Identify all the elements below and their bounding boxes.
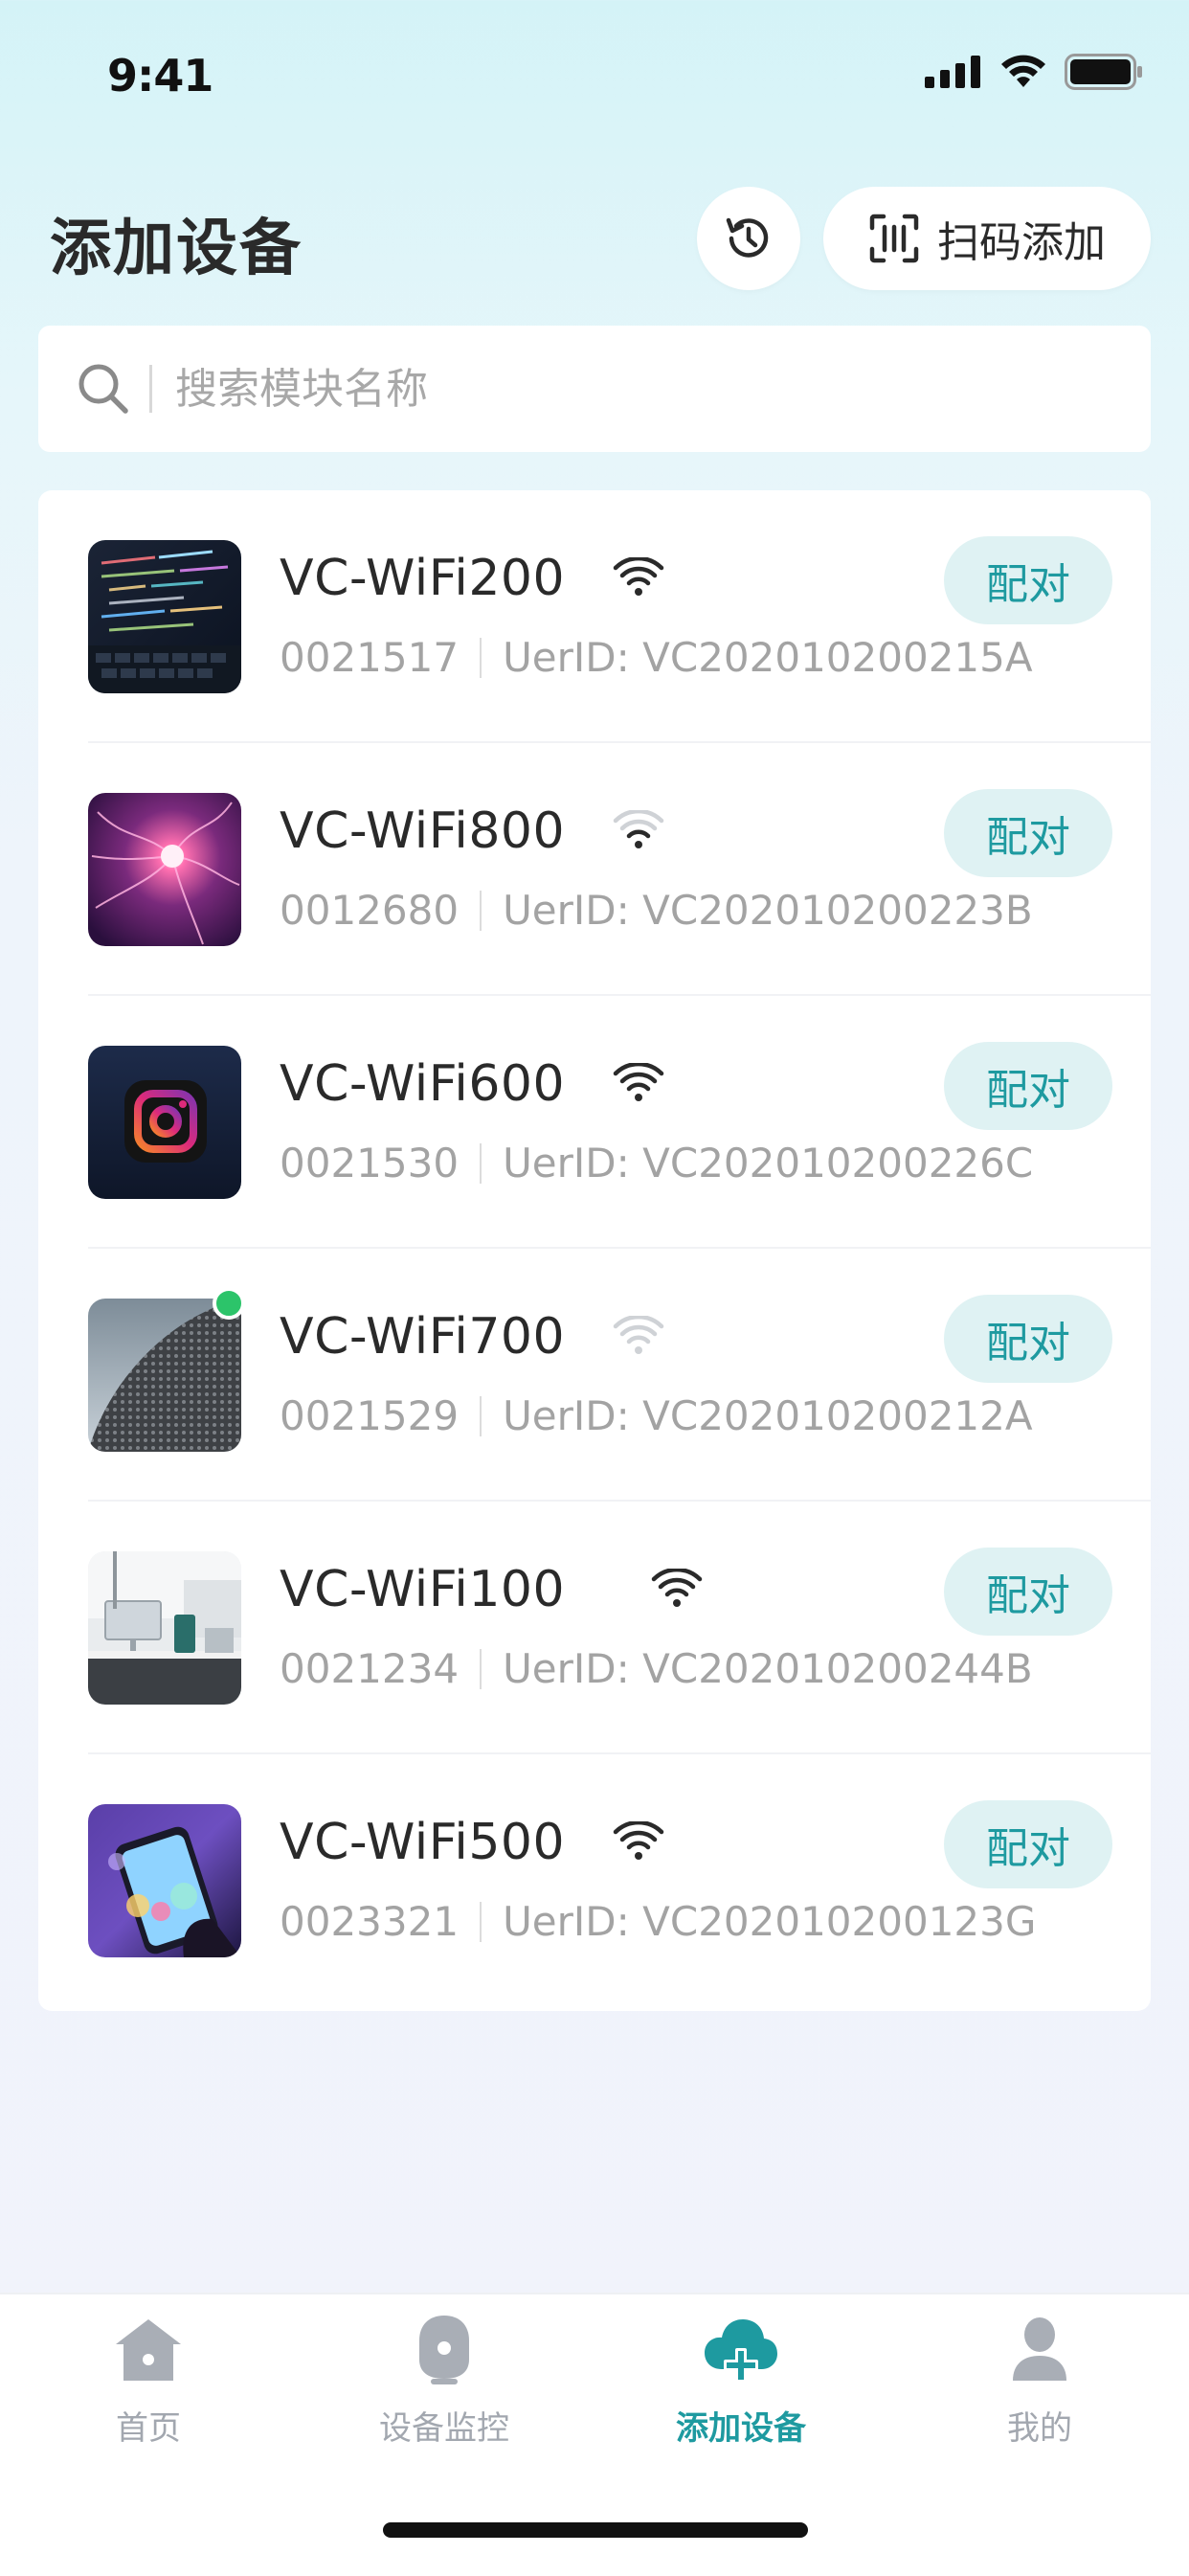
device-thumbnail xyxy=(88,793,241,946)
tab-monitor[interactable]: 设备监控 xyxy=(329,2312,559,2455)
device-code: 0021517 xyxy=(280,634,460,681)
device-thumbnail xyxy=(88,1299,241,1452)
device-meta: 0021234 UerID: VC202010200244B xyxy=(280,1645,1033,1692)
search-box[interactable] xyxy=(38,326,1151,452)
tab-add-device[interactable]: 添加设备 xyxy=(626,2312,856,2455)
user-icon xyxy=(1001,2312,1078,2388)
wifi-status-icon xyxy=(1001,55,1045,87)
tab-label: 设备监控 xyxy=(379,2409,509,2448)
pair-button[interactable]: 配对 xyxy=(944,1295,1112,1383)
device-thumbnail xyxy=(88,1551,241,1705)
tab-label: 我的 xyxy=(1007,2409,1072,2448)
device-user-id: UerID: VC202010200212A xyxy=(503,1392,1033,1439)
device-item[interactable]: VC-WiFi600 0021530 UerID: VC202010200226… xyxy=(38,996,1151,1249)
status-icons xyxy=(925,54,1143,90)
device-meta: 0012680 UerID: VC202010200223B xyxy=(280,887,1033,934)
device-code: 0021234 xyxy=(280,1645,460,1692)
device-item[interactable]: VC-WiFi500 0023321 UerID: VC202010200123… xyxy=(38,1754,1151,2007)
meta-divider xyxy=(480,890,482,931)
header: 添加设备 扫码添加 xyxy=(0,182,1189,297)
meta-divider xyxy=(480,637,482,678)
page-title: 添加设备 xyxy=(50,214,303,284)
device-name: VC-WiFi100 xyxy=(280,1561,566,1618)
device-name: VC-WiFi600 xyxy=(280,1055,566,1113)
search-divider xyxy=(149,365,152,413)
history-clock-icon xyxy=(726,217,769,258)
device-code: 0021530 xyxy=(280,1140,460,1186)
device-thumbnail xyxy=(88,540,241,693)
history-button[interactable] xyxy=(697,187,800,290)
wifi-signal-strong-icon xyxy=(613,1063,664,1101)
device-meta: 0021517 UerID: VC202010200215A xyxy=(280,634,1033,681)
device-user-id: UerID: VC202010200123G xyxy=(503,1898,1037,1945)
device-user-id: UerID: VC202010200244B xyxy=(503,1645,1033,1692)
scan-add-label: 扫码添加 xyxy=(937,218,1106,267)
device-code: 0021529 xyxy=(280,1392,460,1439)
tab-profile[interactable]: 我的 xyxy=(925,2312,1155,2455)
tab-home[interactable]: 首页 xyxy=(34,2312,263,2455)
device-user-id: UerID: VC202010200226C xyxy=(503,1140,1034,1186)
search-input[interactable] xyxy=(173,363,1039,415)
device-item[interactable]: VC-WiFi200 0021517 UerID: VC202010200215… xyxy=(38,490,1151,743)
device-meta: 0021529 UerID: VC202010200212A xyxy=(280,1392,1033,1439)
wifi-signal-none-icon xyxy=(613,1316,664,1354)
device-user-id: UerID: VC202010200215A xyxy=(503,634,1033,681)
device-name: VC-WiFi700 xyxy=(280,1308,566,1366)
home-indicator xyxy=(383,2522,808,2538)
status-time: 9:41 xyxy=(107,50,213,102)
device-item[interactable]: VC-WiFi700 0021529 UerID: VC202010200212… xyxy=(38,1249,1151,1502)
tab-label: 首页 xyxy=(116,2409,181,2448)
pair-button[interactable]: 配对 xyxy=(944,536,1112,624)
scan-add-button[interactable]: 扫码添加 xyxy=(823,187,1151,290)
status-bar: 9:41 xyxy=(0,0,1189,144)
meta-divider xyxy=(480,1395,482,1436)
wifi-signal-strong-icon xyxy=(613,1821,664,1860)
scan-qr-icon xyxy=(869,214,919,263)
pair-button[interactable]: 配对 xyxy=(944,789,1112,877)
device-code: 0023321 xyxy=(280,1898,460,1945)
device-name: VC-WiFi200 xyxy=(280,550,566,607)
device-item[interactable]: VC-WiFi100 0021234 UerID: VC202010200244… xyxy=(38,1502,1151,1754)
device-item[interactable]: VC-WiFi800 0012680 UerID: VC202010200223… xyxy=(38,743,1151,996)
battery-icon xyxy=(1065,54,1142,90)
home-icon xyxy=(110,2312,187,2388)
device-meta: 0023321 UerID: VC202010200123G xyxy=(280,1898,1036,1945)
device-thumbnail xyxy=(88,1046,241,1199)
wifi-signal-weak-icon xyxy=(613,810,664,848)
pair-button[interactable]: 配对 xyxy=(944,1800,1112,1888)
camera-icon xyxy=(406,2312,482,2388)
cellular-signal-icon xyxy=(925,56,980,88)
search-icon xyxy=(73,358,134,419)
pair-button[interactable]: 配对 xyxy=(944,1548,1112,1636)
device-user-id: UerID: VC202010200223B xyxy=(503,887,1033,934)
wifi-signal-strong-icon xyxy=(651,1569,703,1607)
pair-button[interactable]: 配对 xyxy=(944,1042,1112,1130)
tab-label: 添加设备 xyxy=(676,2409,806,2448)
meta-divider xyxy=(480,1648,482,1689)
meta-divider xyxy=(480,1901,482,1942)
device-code: 0012680 xyxy=(280,887,460,934)
device-meta: 0021530 UerID: VC202010200226C xyxy=(280,1140,1033,1186)
meta-divider xyxy=(480,1142,482,1184)
online-status-dot xyxy=(213,1287,245,1320)
device-list: VC-WiFi200 0021517 UerID: VC202010200215… xyxy=(38,490,1151,2011)
device-name: VC-WiFi500 xyxy=(280,1814,566,1871)
cloud-add-icon xyxy=(703,2312,779,2388)
wifi-signal-strong-icon xyxy=(613,557,664,596)
device-thumbnail xyxy=(88,1804,241,1957)
device-name: VC-WiFi800 xyxy=(280,802,566,860)
